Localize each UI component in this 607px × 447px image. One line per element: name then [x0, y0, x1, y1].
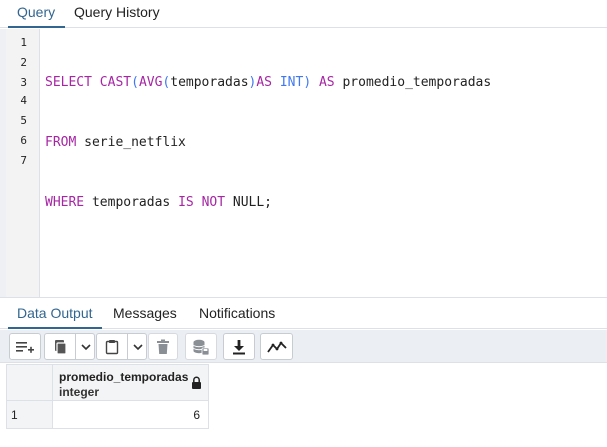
- line-number: 7: [20, 154, 27, 167]
- tab-query-history[interactable]: Query History: [66, 0, 168, 28]
- save-data-icon: [193, 339, 210, 355]
- column-type: integer: [59, 385, 100, 399]
- row-number-header[interactable]: [6, 364, 53, 401]
- copy-options-dropdown[interactable]: [76, 334, 95, 359]
- identifier: temporadas: [170, 75, 249, 90]
- table-header-row: promedio_temporadas integer: [6, 364, 209, 401]
- tab-query[interactable]: Query: [8, 0, 66, 28]
- fn-cast: CAST: [99, 75, 132, 90]
- graph-visualiser-button[interactable]: [260, 333, 293, 360]
- code-area[interactable]: SELECT CAST(AVG(temporadas)AS INT) AS pr…: [45, 33, 491, 253]
- line-number: 4: [20, 94, 27, 107]
- data-table: promedio_temporadas integer 1 6: [6, 364, 209, 429]
- delete-icon: [157, 339, 169, 354]
- paste-button-group: [96, 333, 147, 360]
- line-number: 6: [20, 134, 27, 147]
- tab-data-output[interactable]: Data Output: [8, 298, 102, 329]
- kw-select: SELECT: [45, 75, 92, 90]
- add-row-button[interactable]: [9, 333, 41, 360]
- download-icon: [233, 339, 245, 354]
- graph-icon: [266, 341, 287, 353]
- kw-where: WHERE: [45, 195, 85, 210]
- save-data-button[interactable]: [185, 333, 217, 360]
- results-toolbar: [0, 330, 607, 363]
- results-grid: promedio_temporadas integer 1 6: [6, 364, 209, 429]
- copy-button[interactable]: [45, 334, 75, 359]
- chevron-down-icon: [80, 343, 91, 350]
- kw-as: AS: [256, 75, 273, 90]
- paren: ): [303, 75, 312, 90]
- code-line-2: FROM serie_netflix: [45, 133, 491, 153]
- sql-editor[interactable]: 1 2 3 4 5 6 7 SELECT CAST(AVG(temporadas…: [0, 29, 607, 297]
- row-number[interactable]: 1: [6, 400, 53, 429]
- copy-button-group: [44, 333, 95, 360]
- editor-tab-bar: Query Query History: [0, 0, 607, 28]
- tab-notifications[interactable]: Notifications: [190, 298, 284, 329]
- add-row-icon: [16, 341, 34, 353]
- download-button[interactable]: [223, 333, 255, 360]
- chevron-down-icon: [132, 343, 143, 350]
- line-number: 2: [20, 56, 27, 69]
- kw-as: AS: [318, 75, 335, 90]
- paste-icon: [105, 339, 119, 354]
- line-number: 3: [20, 76, 27, 89]
- code-line-3: WHERE temporadas IS NOT NULL;: [45, 193, 491, 213]
- results-tab-bar: Data Output Messages Notifications: [0, 297, 607, 329]
- kw-not: NOT: [201, 195, 226, 210]
- table-cell[interactable]: 6: [52, 400, 209, 429]
- type-int: INT: [279, 75, 304, 90]
- null-literal: NULL;: [232, 195, 273, 210]
- delete-button[interactable]: [148, 333, 178, 360]
- identifier: temporadas: [91, 195, 171, 210]
- line-number: 1: [20, 36, 27, 49]
- kw-from: FROM: [45, 135, 77, 150]
- code-line-1: SELECT CAST(AVG(temporadas)AS INT) AS pr…: [45, 73, 491, 93]
- fn-avg: AVG: [138, 75, 163, 90]
- column-header[interactable]: promedio_temporadas integer: [52, 364, 209, 401]
- copy-icon: [55, 339, 67, 355]
- alias: promedio_temporadas: [342, 75, 492, 90]
- kw-is: IS: [178, 195, 194, 210]
- paste-options-dropdown[interactable]: [128, 334, 147, 359]
- line-number: 5: [20, 114, 27, 127]
- lock-icon: [192, 376, 201, 389]
- line-number-gutter: 1 2 3 4 5 6 7: [6, 29, 40, 297]
- paste-button[interactable]: [97, 334, 127, 359]
- tab-messages[interactable]: Messages: [105, 298, 185, 329]
- paren: (: [131, 75, 139, 90]
- column-name: promedio_temporadas: [59, 370, 189, 384]
- table-row[interactable]: 1 6: [6, 400, 209, 429]
- table-name: serie_netflix: [84, 135, 186, 150]
